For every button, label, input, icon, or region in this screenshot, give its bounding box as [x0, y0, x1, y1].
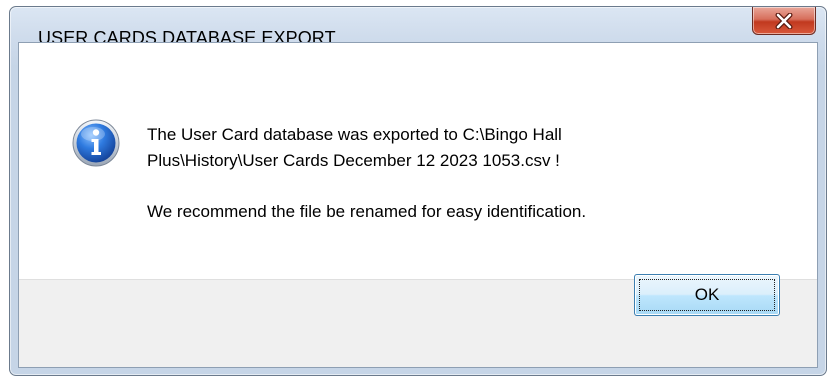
- ok-button[interactable]: OK: [634, 274, 780, 316]
- message-line-2: Plus\History\User Cards December 12 2023…: [147, 151, 560, 170]
- message-area: The User Card database was exported to C…: [19, 43, 817, 279]
- close-icon: [775, 12, 793, 29]
- information-icon: [72, 119, 120, 167]
- close-button[interactable]: [752, 7, 816, 35]
- dialog-window: USER CARDS DATABASE EXPORT The User Card…: [9, 6, 827, 376]
- message-line-3: We recommend the file be renamed for eas…: [147, 202, 587, 221]
- ok-button-label: OK: [694, 285, 720, 304]
- message-line-1: The User Card database was exported to C…: [147, 125, 562, 144]
- dialog-body: The User Card database was exported to C…: [18, 42, 818, 368]
- message-text: The User Card database was exported to C…: [147, 122, 797, 225]
